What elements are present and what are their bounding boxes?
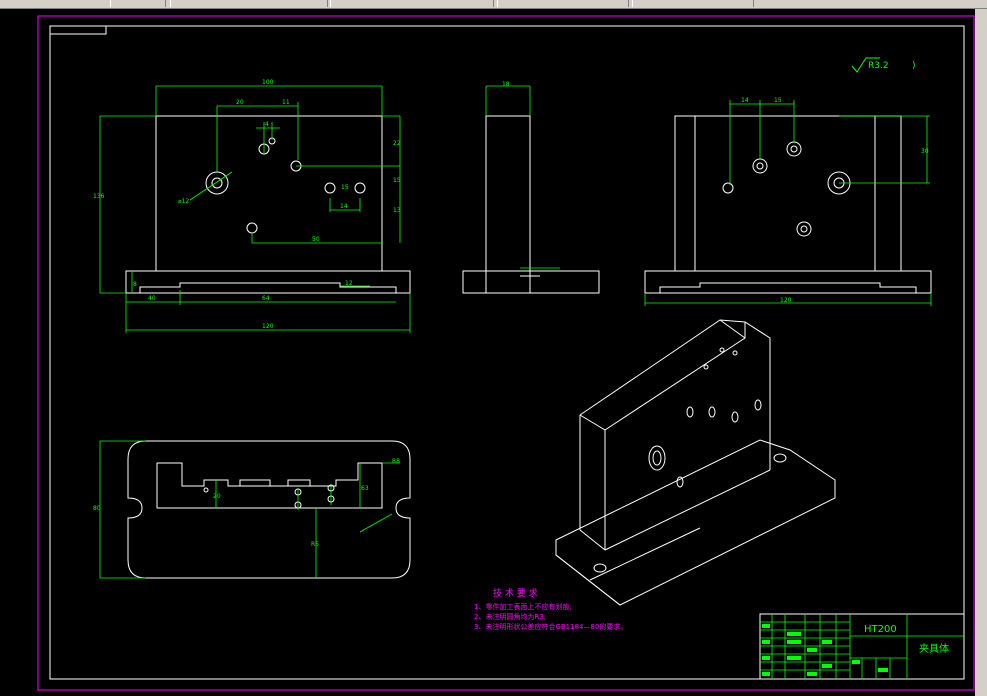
surface-finish: R3.2 ) (851, 57, 916, 73)
tech-req-item: 1、零件加工表面上不应有划痕; (474, 602, 572, 611)
dim-hole: ⌀12 (178, 198, 189, 205)
front-view: 100 20 11 4 22 15 14 13 50 ⌀12 40 12 64 … (93, 79, 411, 333)
dim-8: 8 (133, 281, 137, 288)
dim-4: 4 (265, 121, 269, 128)
dim-overall: 120 (262, 323, 274, 330)
dim-11: 11 (282, 99, 290, 106)
toolbar (0, 0, 987, 9)
right-dim-14: 14 (741, 97, 749, 104)
material-label: HT200 (864, 624, 897, 635)
tech-req-item: 2、未注明圆角均为R3; (474, 612, 546, 621)
toolbar-dropdown[interactable] (497, 0, 629, 7)
dim-14: 14 (340, 203, 348, 210)
title-block: HT200 夹具体 (759, 613, 965, 680)
toolbar-dropdown[interactable] (330, 0, 494, 7)
dim-15b: 15 (341, 184, 349, 191)
toolbar-button[interactable] (110, 0, 166, 7)
tech-req-item: 3、未注明形状公差应符合GB1184—80的要求。 (474, 622, 627, 631)
right-dim-15: 15 (774, 97, 782, 104)
tech-requirements: 技 术 要 求 1、零件加工表面上不应有划痕; 2、未注明圆角均为R3; 3、未… (474, 587, 627, 631)
plan-dim-r8: R8 (392, 458, 400, 465)
right-view: 14 15 30 120 (644, 97, 932, 306)
toolbar-dropdown[interactable] (170, 0, 328, 7)
plan-view: R8 20 63 80 R5 (93, 440, 411, 579)
vertical-scrollbar[interactable] (975, 9, 987, 696)
dim-50: 50 (312, 236, 320, 243)
dim-22: 22 (393, 140, 401, 147)
surface-finish-value: R3.2 (868, 61, 889, 71)
plan-dim-r5: R5 (311, 541, 319, 548)
surface-finish-suffix: ) (912, 61, 916, 71)
dim-left-height: 136 (93, 193, 105, 200)
dim-40: 40 (148, 295, 156, 302)
dim-20: 20 (236, 99, 244, 106)
inner-frame (49, 25, 965, 680)
dim-64: 64 (262, 295, 270, 302)
toolbar-dropdown[interactable] (632, 0, 754, 7)
plan-dim-80: 80 (93, 505, 101, 512)
tech-req-title: 技 术 要 求 (493, 587, 538, 599)
cad-drawing-canvas[interactable]: 100 20 11 4 22 15 14 13 50 ⌀12 40 12 64 … (0, 9, 975, 696)
part-name-label: 夹具体 (919, 642, 949, 655)
plan-dim-63: 63 (361, 485, 369, 492)
side-dim-top: 18 (502, 81, 510, 88)
right-dim-30: 30 (921, 148, 929, 155)
dim-top-width: 100 (262, 79, 274, 86)
right-dim-overall: 120 (780, 297, 792, 304)
plan-dim-20: 20 (213, 493, 221, 500)
dim-15: 15 (393, 177, 401, 184)
dim-13: 13 (393, 207, 401, 214)
corner-box (50, 26, 107, 35)
isometric-view (555, 319, 836, 606)
side-view: 18 (462, 81, 600, 294)
dim-12: 12 (345, 280, 353, 287)
